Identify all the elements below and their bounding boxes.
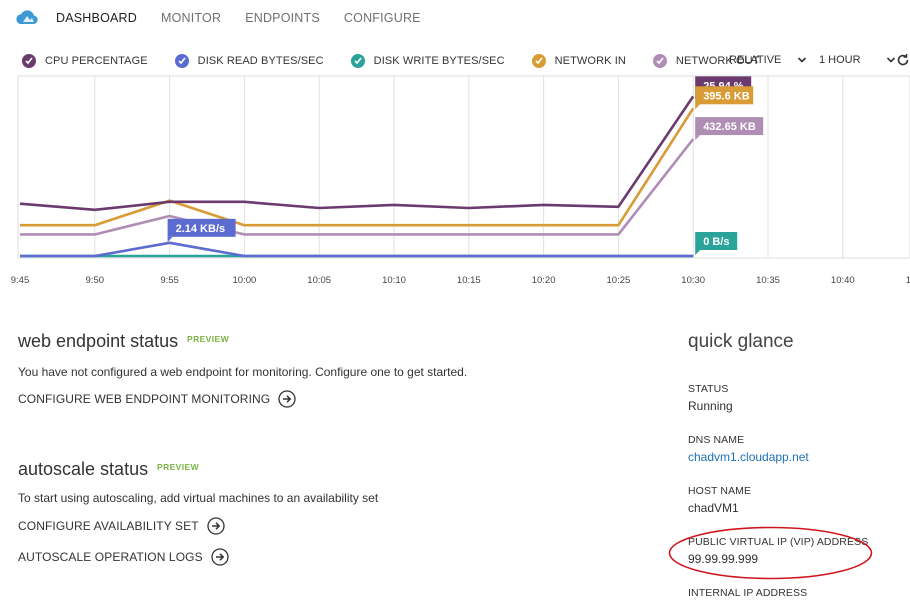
legend-label: NETWORK IN xyxy=(554,55,626,67)
legend-label: DISK WRITE BYTES/SEC xyxy=(373,55,505,67)
autoscale-description: To start using autoscaling, add virtual … xyxy=(18,491,379,505)
check-icon xyxy=(22,54,36,68)
x-tick-label: 10:00 xyxy=(233,275,257,286)
data-label-1: 2.14 KB/s xyxy=(167,218,236,242)
status-value: Running xyxy=(688,399,733,413)
autoscale-operation-logs-button[interactable]: AUTOSCALE OPERATION LOGS xyxy=(18,548,229,566)
x-tick-label: 9:55 xyxy=(160,275,179,286)
configure-availability-set-button[interactable]: CONFIGURE AVAILABILITY SET xyxy=(18,517,225,535)
cloud-logo-icon xyxy=(16,10,38,24)
tab-dashboard[interactable]: DASHBOARD xyxy=(56,11,137,25)
x-tick-label: 10:15 xyxy=(457,275,481,286)
x-tick-label: 10:05 xyxy=(307,275,331,286)
action-label: CONFIGURE WEB ENDPOINT MONITORING xyxy=(18,392,271,406)
x-tick-label: 10:20 xyxy=(532,275,556,286)
series-line-4 xyxy=(20,138,695,236)
x-tick-label: 10:35 xyxy=(756,275,780,286)
refresh-icon[interactable] xyxy=(896,53,910,67)
time-range-dropdown[interactable]: 1 HOUR xyxy=(819,54,896,66)
plot-frame xyxy=(17,75,910,259)
arrow-right-circle-icon xyxy=(278,390,296,408)
highlight-ellipse xyxy=(668,526,873,580)
x-tick-label: 9:50 xyxy=(86,275,105,286)
data-label-4: 432.65 KB xyxy=(695,117,764,141)
chart-legend: CPU PERCENTAGE DISK READ BYTES/SEC DISK … xyxy=(22,54,787,68)
legend-label: CPU PERCENTAGE xyxy=(45,55,148,67)
configure-web-endpoint-button[interactable]: CONFIGURE WEB ENDPOINT MONITORING xyxy=(18,390,296,408)
arrow-right-circle-icon xyxy=(207,517,225,535)
web-endpoint-description: You have not configured a web endpoint f… xyxy=(18,365,468,379)
data-label-text: 395.6 KB xyxy=(703,90,750,102)
legend-item-cpu[interactable]: CPU PERCENTAGE xyxy=(22,54,148,68)
status-label: STATUS xyxy=(688,383,729,395)
web-endpoint-title: web endpoint status xyxy=(18,331,179,351)
series-line-0 xyxy=(19,95,695,212)
check-icon xyxy=(350,54,365,68)
check-icon xyxy=(174,54,189,68)
chart-series xyxy=(19,95,695,258)
dns-name-label: DNS NAME xyxy=(688,434,745,446)
autoscale-title: autoscale status xyxy=(18,459,149,479)
legend-label: DISK READ BYTES/SEC xyxy=(197,55,324,67)
scale-mode-dropdown[interactable]: RELATIVE xyxy=(729,54,807,66)
legend-item-disk-write[interactable]: DISK WRITE BYTES/SEC xyxy=(350,54,505,68)
x-tick-label: 9:45 xyxy=(11,275,30,286)
legend-item-disk-read[interactable]: DISK READ BYTES/SEC xyxy=(174,54,324,68)
check-icon xyxy=(531,54,546,68)
tab-endpoints[interactable]: ENDPOINTS xyxy=(245,11,320,25)
chevron-down-icon xyxy=(798,57,807,63)
x-tick-label: 10:30 xyxy=(681,275,705,286)
tab-monitor[interactable]: MONITOR xyxy=(161,11,221,25)
data-label-3: 395.6 KB xyxy=(695,86,754,110)
action-label: AUTOSCALE OPERATION LOGS xyxy=(18,550,203,564)
x-tick-label: 10:10 xyxy=(382,275,406,286)
top-nav: DASHBOARD MONITOR ENDPOINTS CONFIGURE xyxy=(56,11,445,25)
preview-badge: PREVIEW xyxy=(187,334,230,344)
data-label-text: 432.65 KB xyxy=(703,121,756,133)
tab-configure[interactable]: CONFIGURE xyxy=(344,11,421,25)
x-tick-label: 10:40 xyxy=(831,275,855,286)
legend-item-network-in[interactable]: NETWORK IN xyxy=(531,54,626,68)
x-tick-label: 10:45 xyxy=(906,275,910,286)
time-range-value: 1 HOUR xyxy=(819,54,861,66)
series-line-1 xyxy=(20,241,694,258)
preview-badge: PREVIEW xyxy=(157,462,200,472)
chart-grid xyxy=(17,75,910,259)
action-label: CONFIGURE AVAILABILITY SET xyxy=(18,519,199,533)
data-label-text: 2.14 KB/s xyxy=(176,223,226,235)
host-name-label: HOST NAME xyxy=(688,485,752,497)
check-icon xyxy=(652,54,667,68)
data-label-text: 0 B/s xyxy=(703,236,729,248)
chevron-down-icon xyxy=(886,57,895,63)
dns-name-link[interactable]: chadvm1.cloudapp.net xyxy=(688,450,809,464)
metrics-chart: 9:45 9:50 9:55 10:00 10:05 10:10 10:15 10:20 10:… xyxy=(11,75,910,286)
quick-glance-title: quick glance xyxy=(688,331,794,352)
x-axis-ticks: 9:45 9:50 9:55 10:00 10:05 10:10 10:15 10:20 10:… xyxy=(11,275,910,286)
data-label-2: 0 B/s xyxy=(695,232,738,255)
host-name-value: chadVM1 xyxy=(688,501,739,515)
x-tick-label: 10:25 xyxy=(607,275,631,286)
scale-mode-value: RELATIVE xyxy=(729,54,782,66)
arrow-right-circle-icon xyxy=(211,548,229,566)
internal-ip-label: INTERNAL IP ADDRESS xyxy=(688,587,808,599)
